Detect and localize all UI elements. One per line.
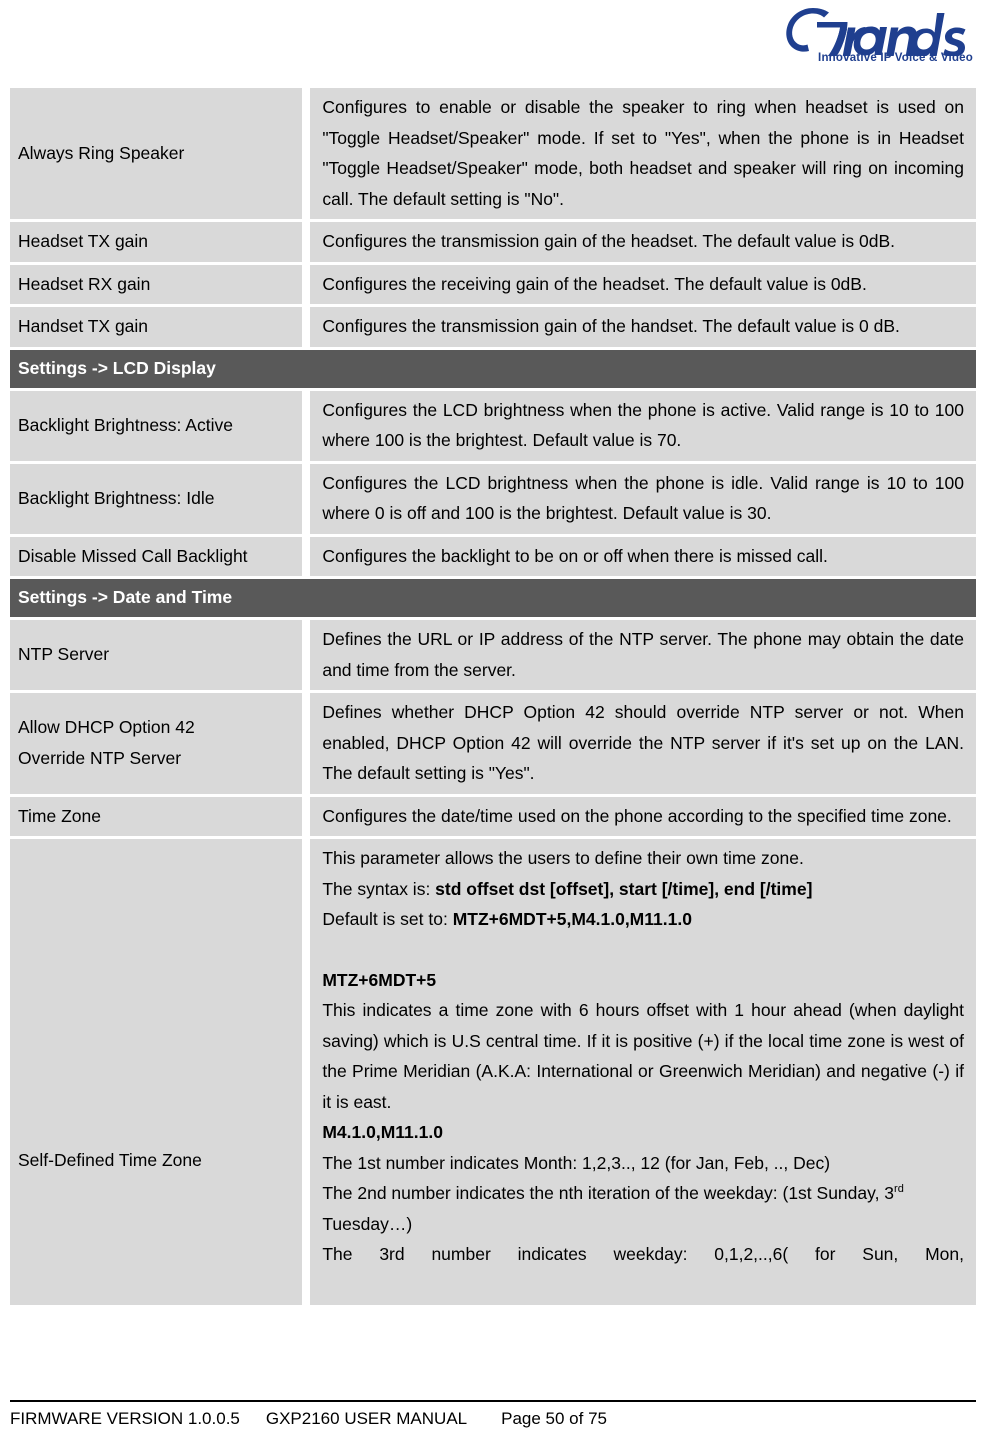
grandstream-logo: Innovative IP Voice & Video	[765, 4, 975, 76]
parameter-name-cell: Allow DHCP Option 42 Override NTP Server	[10, 690, 311, 794]
parameter-name-cell: Self-Defined Time Zone	[10, 836, 311, 1305]
table-row: Backlight Brightness: Active Configures …	[10, 387, 976, 461]
parameter-name-cell: Backlight Brightness: Active	[10, 387, 311, 461]
desc-line-1st-number: The 1st number indicates Month: 1,2,3..,…	[322, 1152, 831, 1173]
parameter-desc-cell: Configures the transmission gain of the …	[310, 304, 976, 347]
table-row: Headset TX gain Configures the transmiss…	[10, 219, 976, 262]
table-row: Handset TX gain Configures the transmiss…	[10, 304, 976, 347]
desc-line-3rd-number: The 3rd number indicates weekday: 0,1,2,…	[322, 1239, 964, 1300]
parameter-name-cell: Headset TX gain	[10, 219, 311, 262]
parameter-desc-cell: Configures the backlight to be on or off…	[310, 533, 976, 576]
desc-paragraph-mtz: This indicates a time zone with 6 hours …	[322, 1000, 964, 1112]
parameter-desc-cell: Configures to enable or disable the spea…	[310, 88, 976, 219]
table-row: Backlight Brightness: Idle Configures th…	[10, 460, 976, 534]
desc-line-intro: This parameter allows the users to defin…	[322, 848, 804, 868]
table-row: NTP Server Defines the URL or IP address…	[10, 617, 976, 690]
syntax-prefix: The syntax is:	[322, 878, 436, 899]
table-row: Always Ring Speaker Configures to enable…	[10, 88, 976, 219]
parameter-desc-cell: Configures the LCD brightness when the p…	[310, 387, 976, 461]
parameter-desc-cell: Configures the LCD brightness when the p…	[310, 460, 976, 534]
desc-heading-m4: M4.1.0,M11.1.0	[322, 1122, 443, 1142]
parameter-name-cell: Disable Missed Call Backlight	[10, 533, 311, 576]
desc-heading-mtz: MTZ+6MDT+5	[322, 969, 437, 990]
parameter-desc-cell: Defines whether DHCP Option 42 should ov…	[310, 690, 976, 794]
section-header-row: Settings -> LCD Display	[10, 346, 976, 388]
table-row: Disable Missed Call Backlight Configures…	[10, 533, 976, 576]
page-header: Innovative IP Voice & Video	[0, 0, 991, 80]
table-row: Time Zone Configures the date/time used …	[10, 793, 976, 836]
parameter-name-cell: Always Ring Speaker	[10, 88, 311, 219]
ordinal-suffix: rd	[894, 1183, 904, 1196]
line-2nd-tail: Tuesday…)	[322, 1213, 413, 1234]
desc-line-default: Default is set to: MTZ+6MDT+5,M4.1.0,M11…	[322, 904, 964, 935]
table-row-self-defined-time-zone: Self-Defined Time Zone This parameter al…	[10, 836, 976, 1305]
parameter-name-cell: NTP Server	[10, 617, 311, 690]
footer-page-number: Page 50 of 75	[501, 1409, 607, 1428]
section-header-row: Settings -> Date and Time	[10, 576, 976, 617]
default-prefix: Default is set to:	[322, 909, 453, 929]
parameter-name-cell: Handset TX gain	[10, 304, 311, 347]
line-3rd-text: The 3rd number indicates weekday: 0,1,2,…	[322, 1244, 964, 1264]
parameter-desc-cell: Configures the transmission gain of the …	[310, 219, 976, 262]
footer-manual-name: GXP2160 USER MANUAL	[265, 1409, 468, 1428]
page-footer: FIRMWARE VERSION 1.0.0.5 GXP2160 USER MAN…	[10, 1400, 976, 1430]
desc-line-2nd-number: The 2nd number indicates the nth iterati…	[322, 1178, 964, 1239]
section-header-lcd-display: Settings -> LCD Display	[10, 346, 976, 388]
footer-firmware-version: FIRMWARE VERSION 1.0.0.5	[10, 1409, 240, 1428]
line-2nd-text: The 2nd number indicates the nth iterati…	[322, 1183, 895, 1203]
parameter-desc-cell: Configures the date/time used on the pho…	[310, 793, 976, 836]
desc-line-syntax: The syntax is: std offset dst [offset], …	[322, 874, 964, 905]
parameter-name-line-1: Allow DHCP Option 42	[18, 717, 195, 738]
settings-parameter-table: Always Ring Speaker Configures to enable…	[10, 88, 976, 1305]
syntax-value: std offset dst [offset], start [/time], …	[435, 878, 813, 899]
parameter-name-cell: Backlight Brightness: Idle	[10, 460, 311, 534]
parameter-desc-cell: Defines the URL or IP address of the NTP…	[310, 617, 976, 690]
table-row: Allow DHCP Option 42 Override NTP Server…	[10, 690, 976, 794]
default-value: MTZ+6MDT+5,M4.1.0,M11.1.0	[452, 909, 692, 929]
document-page: Innovative IP Voice & Video Always Ring …	[0, 0, 991, 1444]
parameter-name-cell: Headset RX gain	[10, 261, 311, 304]
parameter-desc-cell: This parameter allows the users to defin…	[310, 836, 976, 1305]
parameter-desc-cell: Configures the receiving gain of the hea…	[310, 261, 976, 304]
table-row: Headset RX gain Configures the receiving…	[10, 261, 976, 304]
section-header-date-and-time: Settings -> Date and Time	[10, 576, 976, 617]
parameter-name-cell: Time Zone	[10, 793, 311, 836]
parameter-name-label: Self-Defined Time Zone	[18, 1149, 202, 1170]
parameter-name-line-2: Override NTP Server	[18, 747, 182, 768]
grandstream-wordmark-icon	[786, 8, 966, 56]
logo-tagline: Innovative IP Voice & Video	[818, 52, 973, 64]
